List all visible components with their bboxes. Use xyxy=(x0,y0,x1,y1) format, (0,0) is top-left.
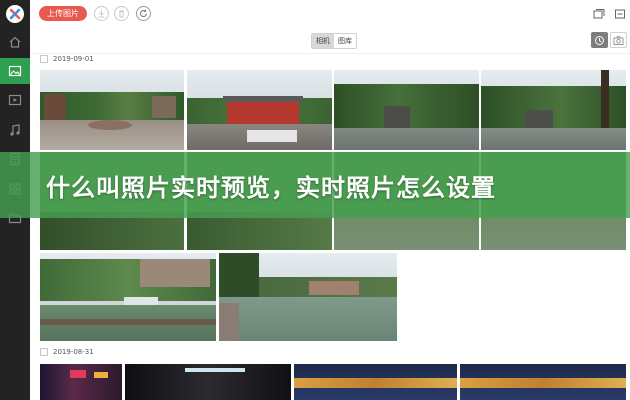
photo-icon xyxy=(8,65,22,77)
history-view-button[interactable] xyxy=(591,32,608,48)
photo-thumbnail[interactable] xyxy=(40,253,216,341)
sidebar-item-home[interactable] xyxy=(0,29,30,55)
app-logo-icon xyxy=(6,5,24,23)
photo-thumbnail[interactable] xyxy=(294,364,457,400)
minimize-button[interactable] xyxy=(613,7,627,21)
top-toolbar: 上传图片 xyxy=(30,0,630,28)
banner-title: 什么叫照片实时预览，实时照片怎么设置 xyxy=(46,174,496,202)
title-banner: 什么叫照片实时预览，实时照片怎么设置 xyxy=(0,152,630,218)
photo-thumbnail[interactable] xyxy=(219,253,397,341)
photo-thumbnail[interactable] xyxy=(125,364,291,400)
photo-thumbnail[interactable] xyxy=(481,70,626,150)
sidebar-item-photos[interactable] xyxy=(0,58,30,84)
date-group-header: 2019-08-31 xyxy=(40,346,94,358)
date-group-header: 2019-09-01 xyxy=(40,53,94,65)
select-group-checkbox[interactable] xyxy=(40,348,48,356)
gallery-button[interactable] xyxy=(592,7,606,21)
tab-library[interactable]: 图库 xyxy=(334,34,356,48)
refresh-icon xyxy=(140,9,147,17)
view-toolbar: 相机 图库 xyxy=(30,28,630,54)
sidebar-item-music[interactable] xyxy=(0,117,30,143)
delete-icon xyxy=(119,9,124,18)
download-icon xyxy=(98,10,105,18)
history-view-icon xyxy=(595,35,604,45)
select-group-checkbox[interactable] xyxy=(40,55,48,63)
download-button[interactable] xyxy=(94,6,109,21)
tab-camera[interactable]: 相机 xyxy=(312,34,334,48)
camera-view-icon xyxy=(613,35,624,45)
photo-thumbnail[interactable] xyxy=(334,70,479,150)
music-icon xyxy=(10,124,20,136)
camera-view-button[interactable] xyxy=(610,32,627,48)
home-icon xyxy=(9,36,21,48)
delete-button[interactable] xyxy=(114,6,129,21)
minimize-icon xyxy=(615,9,625,19)
group-date: 2019-08-31 xyxy=(53,348,94,356)
gallery-icon xyxy=(593,9,605,19)
refresh-button[interactable] xyxy=(136,6,151,21)
camera-library-switch: 相机 图库 xyxy=(311,33,357,49)
photo-thumbnail[interactable] xyxy=(40,70,184,150)
group-date: 2019-09-01 xyxy=(53,55,94,63)
sidebar-item-video[interactable] xyxy=(0,87,30,113)
photo-thumbnail[interactable] xyxy=(187,70,332,150)
video-icon xyxy=(8,94,22,106)
upload-photos-button[interactable]: 上传图片 xyxy=(39,6,87,21)
photo-thumbnail[interactable] xyxy=(460,364,626,400)
photo-thumbnail[interactable] xyxy=(40,364,122,400)
